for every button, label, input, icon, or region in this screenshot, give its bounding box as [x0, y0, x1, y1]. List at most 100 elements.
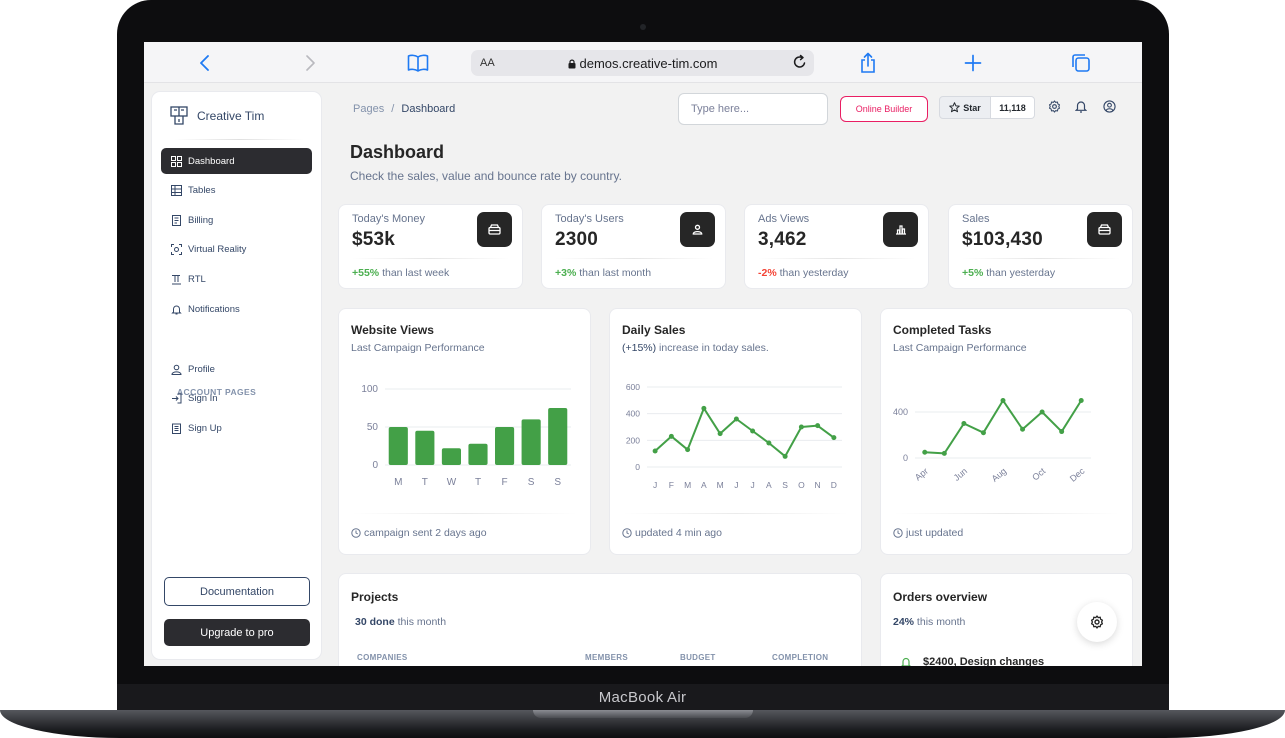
- sidebar-item-label: Billing: [188, 214, 214, 226]
- sidebar-item-label: Profile: [188, 363, 215, 375]
- completed-tasks-chart: 400 0 Apr Jun Aug Oct Dec: [893, 398, 1091, 484]
- wallet-icon: [477, 212, 512, 247]
- x-tick-label: Dec: [1068, 466, 1087, 484]
- chart-title: Completed Tasks: [893, 323, 992, 337]
- stat-card-ads-views: Ads Views 3,462 -2% than yesterday: [744, 204, 929, 289]
- sidebar-item-tables[interactable]: Tables: [161, 177, 312, 203]
- y-tick-label: 50: [367, 422, 379, 433]
- stat-period: than yesterday: [779, 267, 849, 279]
- y-tick-label: 400: [626, 409, 640, 419]
- configurator-button[interactable]: [1077, 602, 1117, 642]
- series-line: [654, 407, 835, 458]
- table-icon: [171, 184, 182, 196]
- stat-divider: [757, 258, 916, 259]
- sidebar-item-virtual-reality[interactable]: Virtual Reality: [161, 236, 312, 262]
- bar: [415, 430, 435, 465]
- sidebar-item-profile[interactable]: Profile: [161, 356, 312, 382]
- x-tick-label: A: [701, 480, 707, 490]
- forward-icon[interactable]: [298, 51, 322, 75]
- sidebar-item-label: Sign In: [188, 392, 218, 404]
- dashboard-icon: [171, 155, 182, 167]
- website-views-card: Website Views Last Campaign Performance …: [338, 308, 591, 555]
- data-point: [1078, 398, 1084, 403]
- notifications-icon[interactable]: [1073, 98, 1089, 114]
- x-tick-label: M: [684, 480, 691, 490]
- new-tab-icon[interactable]: [961, 51, 985, 75]
- tabs-icon[interactable]: [1069, 51, 1093, 75]
- stat-footer: +55% than last week: [352, 267, 449, 279]
- data-point: [815, 423, 821, 429]
- documentation-button[interactable]: Documentation: [164, 577, 310, 606]
- breadcrumb-root[interactable]: Pages: [353, 103, 384, 115]
- chart-footer: just updated: [893, 527, 963, 539]
- sidebar-item-dashboard[interactable]: Dashboard: [161, 148, 312, 174]
- sidebar-item-sign-in[interactable]: Sign In: [161, 385, 312, 411]
- y-tick-label: 600: [626, 382, 640, 392]
- data-point: [652, 448, 658, 454]
- data-point: [1059, 429, 1065, 435]
- stat-divider: [961, 258, 1120, 259]
- bar: [548, 408, 568, 465]
- daily-sales-card: Daily Sales (+15%) increase in today sal…: [609, 308, 862, 555]
- settings-icon[interactable]: [1046, 98, 1062, 114]
- x-tick-label: T: [422, 477, 428, 488]
- brand-logo[interactable]: Creative Tim: [170, 106, 264, 126]
- hinge: [533, 710, 753, 718]
- sidebar-item-label: Notifications: [188, 303, 240, 315]
- stat-period: than last month: [579, 267, 652, 279]
- bar: [441, 448, 461, 465]
- reload-icon[interactable]: [792, 54, 808, 75]
- stat-change: +3%: [555, 267, 577, 279]
- y-tick-label: 400: [893, 407, 908, 417]
- x-tick-label: F: [502, 477, 508, 488]
- address-bar[interactable]: AA demos.creative-tim.com: [471, 50, 814, 76]
- billing-icon: [172, 214, 181, 226]
- column-header-budget: BUDGET: [680, 653, 716, 662]
- data-point: [766, 440, 772, 446]
- stat-change: +55%: [352, 267, 380, 279]
- stat-value: 2300: [555, 229, 599, 250]
- data-point: [941, 450, 947, 456]
- projects-title: Projects: [351, 590, 399, 604]
- stat-card-sales: Sales $103,430 +5% than yesterday: [948, 204, 1133, 289]
- github-star-button[interactable]: Star: [939, 96, 991, 119]
- orders-title: Orders overview: [893, 590, 988, 604]
- sidebar-item-billing[interactable]: Billing: [161, 207, 312, 233]
- projects-subtitle: 30 done this month: [355, 616, 446, 628]
- search-input[interactable]: [678, 93, 828, 125]
- x-tick-label: Apr: [913, 466, 930, 483]
- chart-title: Website Views: [351, 323, 434, 337]
- back-icon[interactable]: [193, 51, 217, 75]
- star-count[interactable]: 11,118: [991, 96, 1035, 119]
- sidebar-item-sign-up[interactable]: Sign Up: [161, 415, 312, 441]
- page-subtitle: Check the sales, value and bounce rate b…: [350, 169, 622, 183]
- upgrade-to-pro-button[interactable]: Upgrade to pro: [164, 619, 310, 646]
- y-tick-label: 200: [626, 435, 640, 445]
- stat-change: -2%: [758, 267, 777, 279]
- online-builder-button[interactable]: Online Builder: [840, 96, 928, 122]
- account-icon[interactable]: [1101, 98, 1117, 114]
- order-item-text: $2400, Design changes: [923, 656, 1045, 666]
- bookmarks-icon[interactable]: [406, 51, 430, 75]
- sidebar-item-rtl[interactable]: RTL: [161, 266, 312, 292]
- lock-icon: [568, 59, 575, 69]
- stat-divider: [554, 258, 713, 259]
- data-point: [701, 405, 707, 411]
- stat-divider: [351, 258, 510, 259]
- sidebar-item-notifications[interactable]: Notifications: [161, 296, 312, 322]
- rtl-icon: [172, 274, 181, 284]
- bar: [521, 419, 541, 465]
- logo-icon: [170, 106, 188, 125]
- x-tick-label: D: [831, 480, 837, 490]
- completed-tasks-card: Completed Tasks Last Campaign Performanc…: [880, 308, 1133, 555]
- x-tick-label: J: [653, 480, 657, 490]
- data-point: [1020, 426, 1026, 432]
- data-point: [782, 453, 788, 459]
- share-icon[interactable]: [856, 51, 880, 75]
- column-header-members: MEMBERS: [585, 653, 628, 662]
- stat-value: $53k: [352, 229, 396, 250]
- x-tick-label: Jun: [952, 466, 970, 483]
- x-tick-label: S: [554, 477, 561, 488]
- data-point: [980, 430, 986, 436]
- y-tick-label: 0: [372, 460, 378, 471]
